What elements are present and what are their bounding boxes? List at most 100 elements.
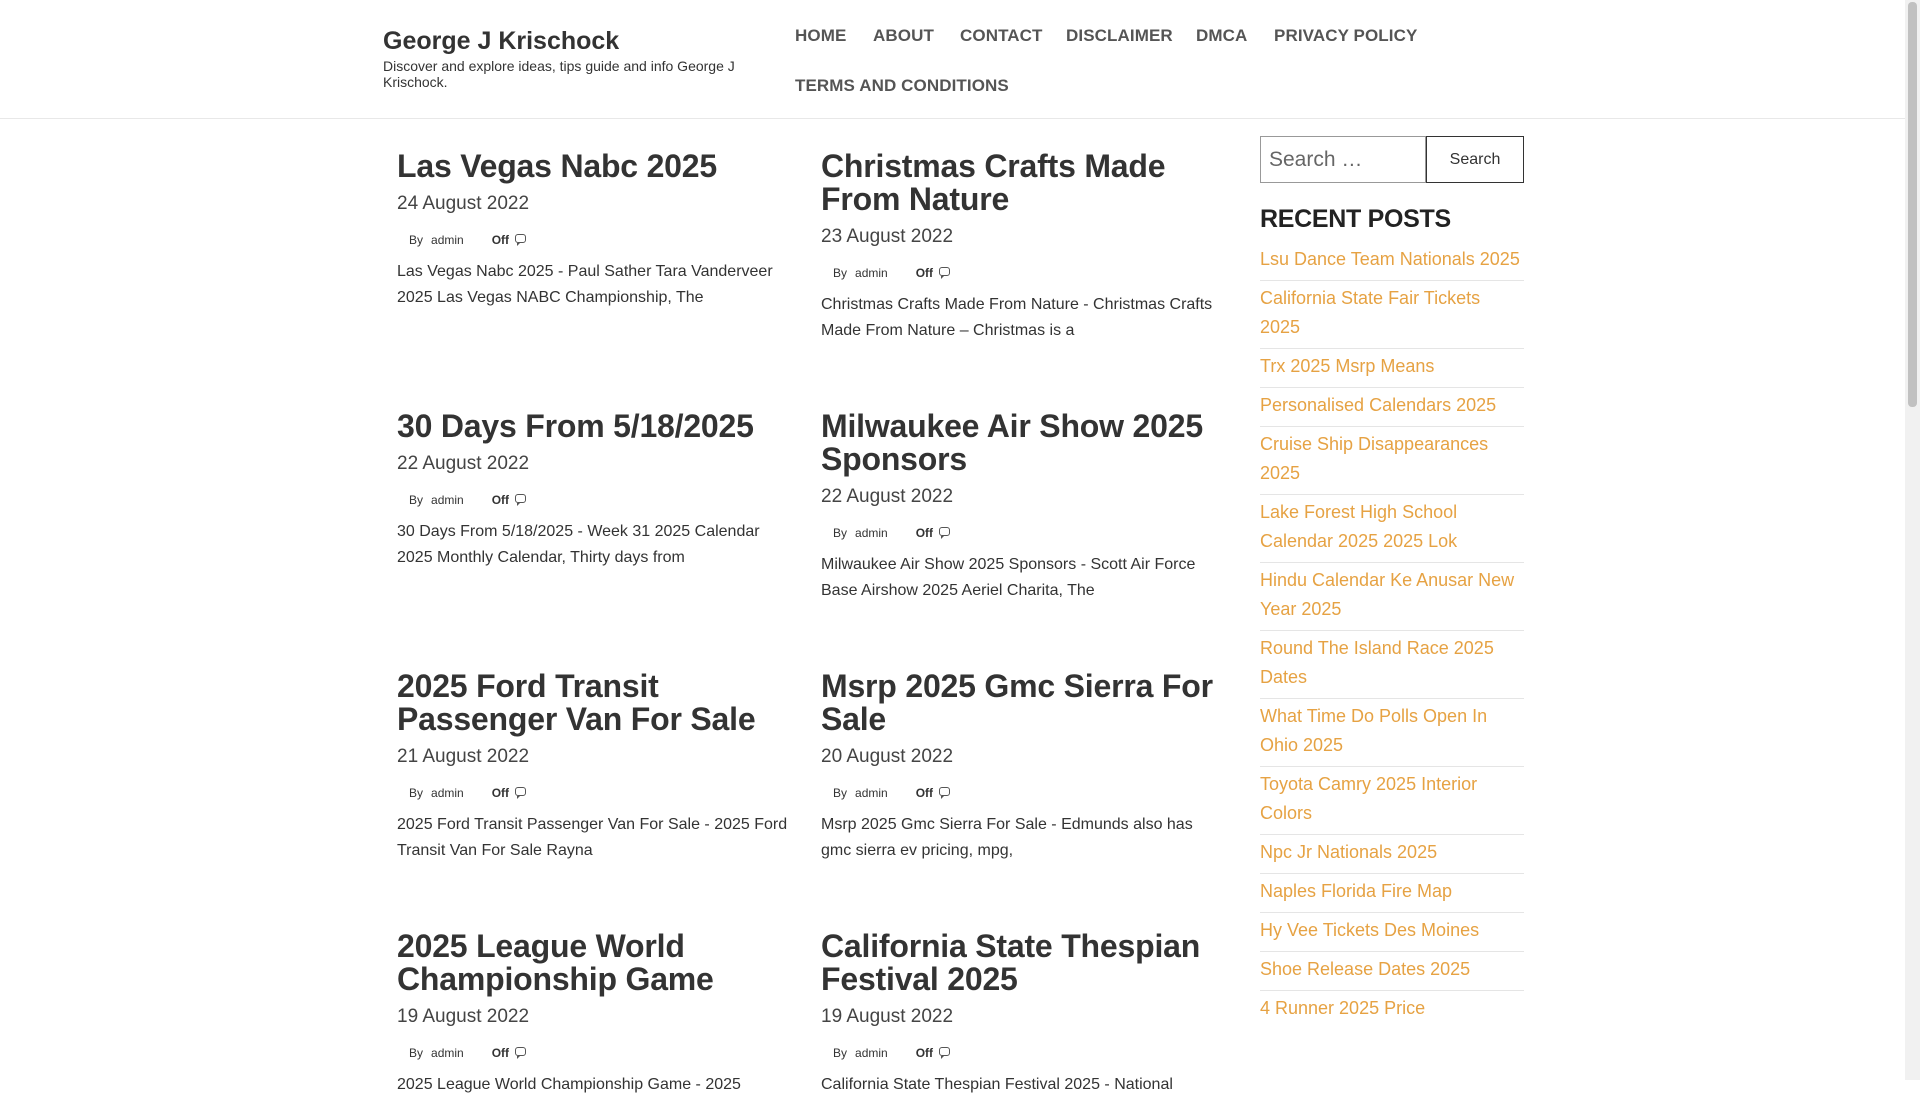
nav-contact[interactable]: CONTACT xyxy=(960,26,1043,46)
post-title[interactable]: 2025 League World Championship Game xyxy=(397,930,797,996)
post-author[interactable]: admin xyxy=(855,526,888,540)
nav-disclaimer[interactable]: DISCLAIMER xyxy=(1066,26,1173,46)
recent-post-link[interactable]: Toyota Camry 2025 Interior Colors xyxy=(1260,774,1477,823)
post-date[interactable]: 21 August 2022 xyxy=(397,746,797,768)
post-title[interactable]: 30 Days From 5/18/2025 xyxy=(397,410,797,443)
recent-post-link[interactable]: California State Fair Tickets 2025 xyxy=(1260,288,1480,337)
post-date[interactable]: 19 August 2022 xyxy=(397,1006,797,1028)
post-author[interactable]: admin xyxy=(855,266,888,280)
list-item: What Time Do Polls Open In Ohio 2025 xyxy=(1260,699,1524,767)
list-item: Toyota Camry 2025 Interior Colors xyxy=(1260,767,1524,835)
list-item: Personalised Calendars 2025 xyxy=(1260,388,1524,427)
post-excerpt: 2025 League World Championship Game - 20… xyxy=(397,1076,741,1093)
post-comments-status: Off xyxy=(915,1046,934,1060)
post-title[interactable]: Christmas Crafts Made From Nature xyxy=(821,150,1221,216)
recent-post-link[interactable]: What Time Do Polls Open In Ohio 2025 xyxy=(1260,706,1487,755)
list-item: Shoe Release Dates 2025 xyxy=(1260,952,1524,991)
post-card: Christmas Crafts Made From Nature 23 Aug… xyxy=(821,150,1221,344)
search-form: Search xyxy=(1260,136,1524,183)
post-date[interactable]: 22 August 2022 xyxy=(397,453,797,475)
recent-post-link[interactable]: 4 Runner 2025 Price xyxy=(1260,998,1425,1018)
post-comments-status: Off xyxy=(491,493,510,507)
post-meta: By admin Off xyxy=(821,786,1221,800)
post-title[interactable]: Las Vegas Nabc 2025 xyxy=(397,150,797,183)
post-card: Milwaukee Air Show 2025 Sponsors 22 Augu… xyxy=(821,410,1221,604)
post-author[interactable]: admin xyxy=(431,233,464,247)
comment-bubble-icon xyxy=(939,526,951,539)
site-description: Discover and explore ideas, tips guide a… xyxy=(383,58,735,90)
recent-posts-list: Lsu Dance Team Nationals 2025 California… xyxy=(1260,242,1524,1029)
site-header: George J Krischock Discover and explore … xyxy=(0,0,1905,119)
post-author[interactable]: admin xyxy=(855,786,888,800)
post-meta: By admin Off xyxy=(397,786,797,800)
post-author[interactable]: admin xyxy=(431,493,464,507)
recent-post-link[interactable]: Personalised Calendars 2025 xyxy=(1260,395,1496,415)
comment-bubble-icon xyxy=(515,1046,527,1059)
recent-post-link[interactable]: Shoe Release Dates 2025 xyxy=(1260,959,1470,979)
recent-post-link[interactable]: Round The Island Race 2025 Dates xyxy=(1260,638,1494,687)
recent-post-link[interactable]: Npc Jr Nationals 2025 xyxy=(1260,842,1437,862)
post-meta: By admin Off xyxy=(397,233,797,247)
post-card: California State Thespian Festival 2025 … xyxy=(821,930,1221,1098)
post-card: 30 Days From 5/18/2025 22 August 2022 By… xyxy=(397,410,797,571)
post-by-label: By xyxy=(833,1046,848,1060)
comment-bubble-icon xyxy=(515,233,527,246)
post-title[interactable]: Msrp 2025 Gmc Sierra For Sale xyxy=(821,670,1221,736)
scrollbar-thumb[interactable] xyxy=(1908,2,1917,407)
site-title[interactable]: George J Krischock xyxy=(383,26,753,56)
post-author[interactable]: admin xyxy=(431,1046,464,1060)
post-author[interactable]: admin xyxy=(855,1046,888,1060)
site-branding: George J Krischock Discover and explore … xyxy=(383,26,753,90)
post-date[interactable]: 22 August 2022 xyxy=(821,486,1221,508)
recent-post-link[interactable]: Trx 2025 Msrp Means xyxy=(1260,356,1434,376)
post-by-label: By xyxy=(409,233,424,247)
post-by-label: By xyxy=(409,1046,424,1060)
post-meta: By admin Off xyxy=(821,1046,1221,1060)
nav-home[interactable]: HOME xyxy=(795,26,846,46)
post-title[interactable]: 2025 Ford Transit Passenger Van For Sale xyxy=(397,670,797,736)
post-excerpt: 2025 Ford Transit Passenger Van For Sale… xyxy=(397,816,788,859)
recent-post-link[interactable]: Hy Vee Tickets Des Moines xyxy=(1260,920,1479,940)
search-button[interactable]: Search xyxy=(1426,136,1524,183)
post-comments-status: Off xyxy=(915,786,934,800)
nav-about[interactable]: ABOUT xyxy=(873,26,934,46)
post-meta: By admin Off xyxy=(821,526,1221,540)
post-excerpt: California State Thespian Festival 2025 … xyxy=(821,1076,1173,1093)
post-comments-status: Off xyxy=(491,233,510,247)
post-date[interactable]: 19 August 2022 xyxy=(821,1006,1221,1028)
recent-post-link[interactable]: Naples Florida Fire Map xyxy=(1260,881,1452,901)
recent-post-link[interactable]: Cruise Ship Disappearances 2025 xyxy=(1260,434,1488,483)
recent-post-link[interactable]: Hindu Calendar Ke Anusar New Year 2025 xyxy=(1260,570,1514,619)
recent-post-link[interactable]: Lsu Dance Team Nationals 2025 xyxy=(1260,249,1520,269)
post-by-label: By xyxy=(833,786,848,800)
recent-post-link[interactable]: Lake Forest High School Calendar 2025 20… xyxy=(1260,502,1457,551)
post-comments-status: Off xyxy=(491,1046,510,1060)
post-comments-status: Off xyxy=(915,526,934,540)
post-excerpt: Msrp 2025 Gmc Sierra For Sale - Edmunds … xyxy=(821,816,1193,859)
post-card: Las Vegas Nabc 2025 24 August 2022 By ad… xyxy=(397,150,797,311)
comment-bubble-icon xyxy=(939,266,951,279)
post-date[interactable]: 23 August 2022 xyxy=(821,226,1221,248)
list-item: 4 Runner 2025 Price xyxy=(1260,991,1524,1029)
list-item: Round The Island Race 2025 Dates xyxy=(1260,631,1524,699)
nav-privacy-policy[interactable]: PRIVACY POLICY xyxy=(1274,26,1417,46)
nav-dmca[interactable]: DMCA xyxy=(1196,26,1247,46)
post-meta: By admin Off xyxy=(397,493,797,507)
post-title[interactable]: California State Thespian Festival 2025 xyxy=(821,930,1221,996)
list-item: Lake Forest High School Calendar 2025 20… xyxy=(1260,495,1524,563)
search-input[interactable] xyxy=(1260,136,1426,183)
post-date[interactable]: 20 August 2022 xyxy=(821,746,1221,768)
post-date[interactable]: 24 August 2022 xyxy=(397,193,797,215)
post-author[interactable]: admin xyxy=(431,786,464,800)
post-comments-status: Off xyxy=(491,786,510,800)
page-scrollbar[interactable] xyxy=(1905,0,1920,1080)
comment-bubble-icon xyxy=(515,493,527,506)
post-by-label: By xyxy=(833,266,848,280)
list-item: Cruise Ship Disappearances 2025 xyxy=(1260,427,1524,495)
nav-terms-and-conditions[interactable]: TERMS AND CONDITIONS xyxy=(795,76,1009,96)
recent-posts-title: RECENT POSTS xyxy=(1260,205,1451,233)
list-item: Npc Jr Nationals 2025 xyxy=(1260,835,1524,874)
post-card: 2025 Ford Transit Passenger Van For Sale… xyxy=(397,670,797,864)
post-comments-status: Off xyxy=(915,266,934,280)
post-title[interactable]: Milwaukee Air Show 2025 Sponsors xyxy=(821,410,1221,476)
